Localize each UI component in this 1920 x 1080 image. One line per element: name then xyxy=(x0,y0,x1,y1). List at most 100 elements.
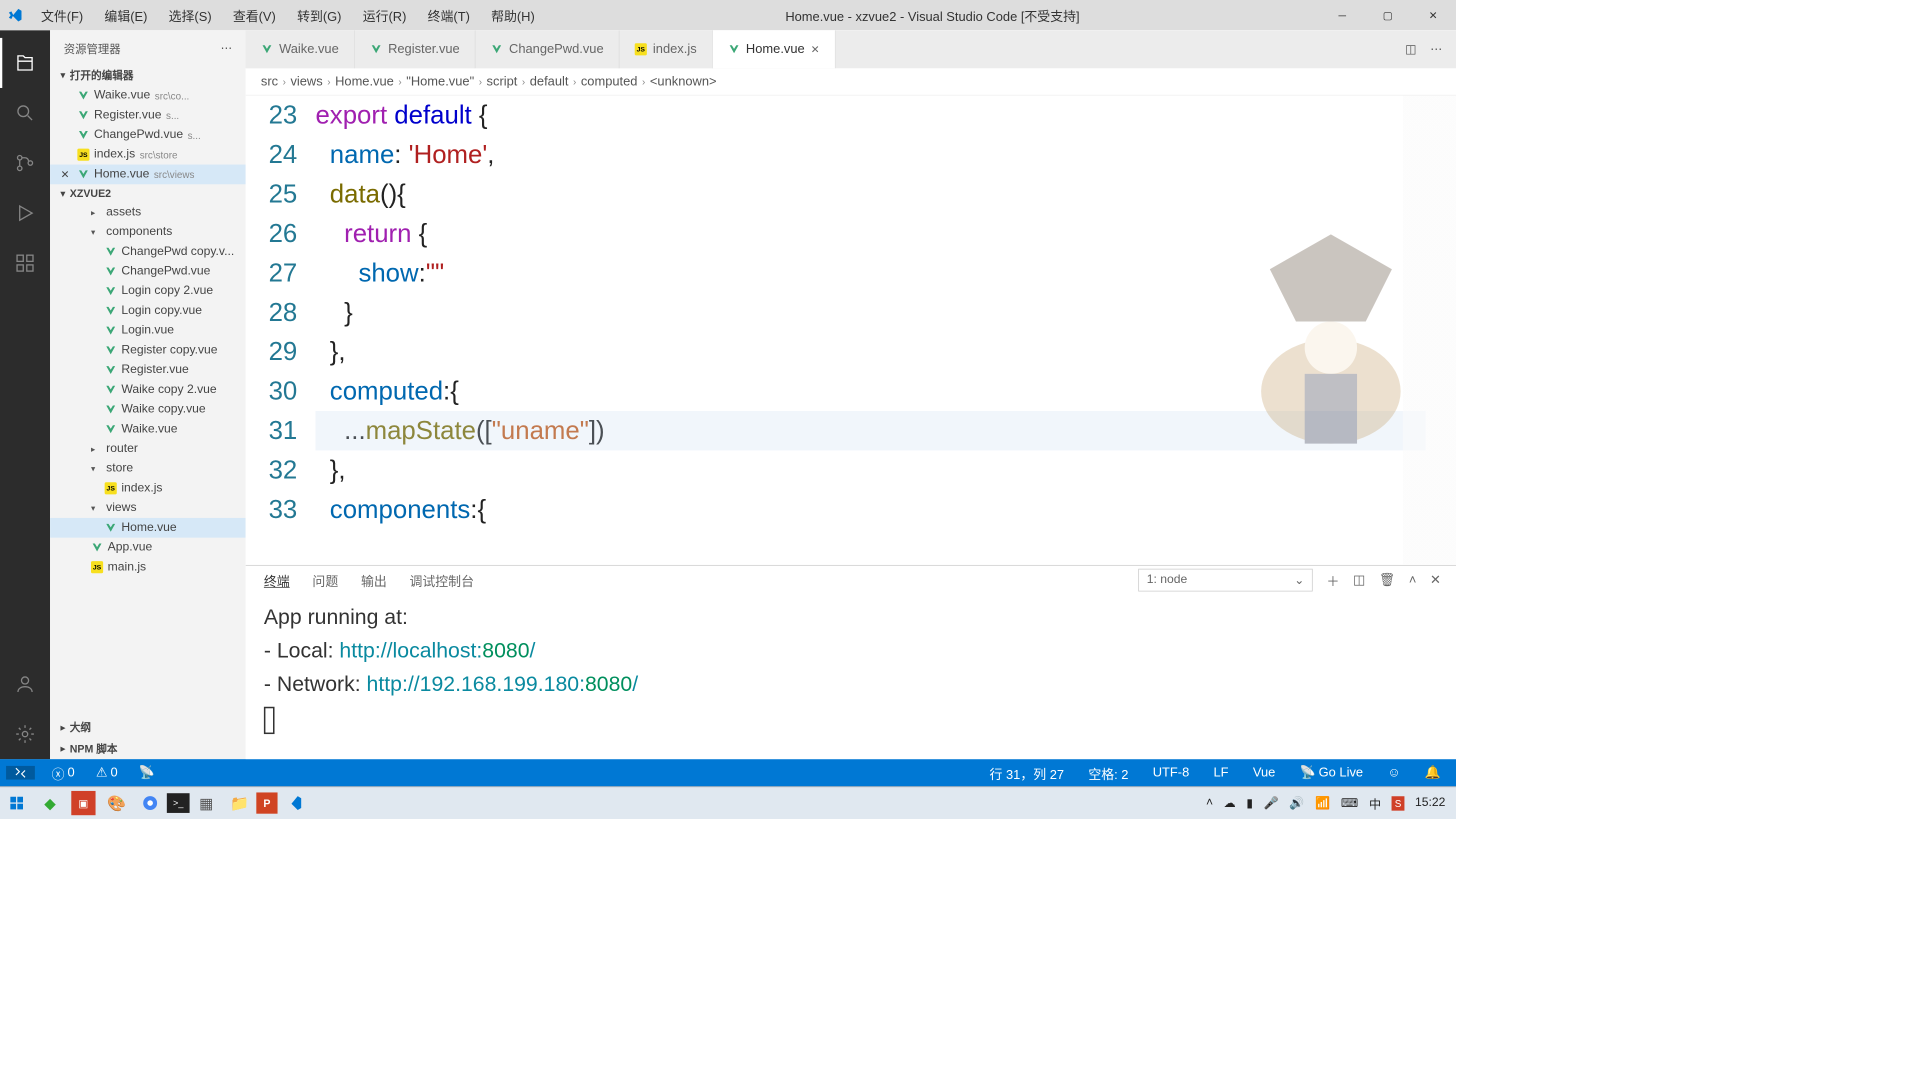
folder-item[interactable]: ▾store xyxy=(50,459,246,479)
extensions-icon[interactable] xyxy=(0,238,50,288)
new-terminal-icon[interactable]: ＋ xyxy=(1326,571,1339,590)
menu-item[interactable]: 转到(G) xyxy=(286,6,352,25)
go-live[interactable]: 📡 Go Live xyxy=(1295,765,1368,780)
breadcrumb-item[interactable]: script xyxy=(487,74,518,89)
code-line[interactable]: components:{ xyxy=(315,490,1456,529)
taskbar-vscode[interactable] xyxy=(278,787,311,820)
folder-item[interactable]: ▾components xyxy=(50,222,246,242)
warnings-count[interactable]: ⚠ 0 xyxy=(91,765,122,780)
breadcrumb-item[interactable]: default xyxy=(530,74,569,89)
account-icon[interactable] xyxy=(0,659,50,709)
split-editor-icon[interactable]: ◫ xyxy=(1405,42,1416,57)
file-item[interactable]: Home.vue xyxy=(50,518,246,538)
editor-tab[interactable]: Waike.vue xyxy=(246,30,355,68)
breadcrumb-item[interactable]: <unknown> xyxy=(650,74,717,89)
file-item[interactable]: Waike copy.vue xyxy=(50,400,246,420)
file-item[interactable]: Waike copy 2.vue xyxy=(50,380,246,400)
kill-terminal-icon[interactable]: 🗑 xyxy=(1379,573,1395,588)
terminal-output[interactable]: App running at: - Local: http://localhos… xyxy=(246,595,1456,760)
file-item[interactable]: App.vue xyxy=(50,538,246,558)
broadcast-icon[interactable]: 📡 xyxy=(134,765,159,780)
open-editor-item[interactable]: ChangePwd.vues... xyxy=(50,125,246,145)
remote-indicator[interactable] xyxy=(6,766,35,780)
open-editor-item[interactable]: JSindex.jssrc\store xyxy=(50,145,246,165)
breadcrumb-item[interactable]: views xyxy=(290,74,322,89)
tray-icon[interactable]: ☁ xyxy=(1224,795,1236,810)
breadcrumb-item[interactable]: Home.vue xyxy=(335,74,394,89)
file-item[interactable]: ChangePwd.vue xyxy=(50,262,246,282)
editor-tab[interactable]: ChangePwd.vue xyxy=(476,30,620,68)
file-item[interactable]: Register copy.vue xyxy=(50,340,246,360)
close-icon[interactable]: ✕ xyxy=(811,43,820,56)
terminal-selector[interactable]: 1: node⌄ xyxy=(1138,569,1312,592)
tray-keyboard-icon[interactable]: ⌨ xyxy=(1341,795,1359,810)
editor-tab[interactable]: Register.vue xyxy=(355,30,476,68)
search-icon[interactable] xyxy=(0,88,50,138)
folder-item[interactable]: ▸assets xyxy=(50,202,246,222)
file-item[interactable]: JSindex.js xyxy=(50,479,246,499)
editor-tab[interactable]: Home.vue✕ xyxy=(713,30,836,68)
tray-icon[interactable]: 🔊 xyxy=(1289,795,1304,810)
panel-tab[interactable]: 终端 xyxy=(264,571,290,590)
errors-count[interactable]: ⓧ 0 xyxy=(47,763,79,782)
close-icon[interactable]: ✕ xyxy=(61,168,70,181)
feedback-icon[interactable]: ☺ xyxy=(1383,765,1405,780)
breadcrumb-item[interactable]: computed xyxy=(581,74,638,89)
code-editor[interactable]: 2324252627282930313233 export default { … xyxy=(246,96,1456,565)
taskbar-terminal[interactable]: >_ xyxy=(167,793,190,813)
split-terminal-icon[interactable]: ◫ xyxy=(1353,573,1365,588)
breadcrumb-item[interactable]: "Home.vue" xyxy=(406,74,474,89)
open-editor-item[interactable]: Waike.vuesrc\co... xyxy=(50,86,246,106)
project-section[interactable]: ▾XZVUE2 xyxy=(50,184,246,202)
menu-item[interactable]: 帮助(H) xyxy=(480,6,545,25)
open-editor-item[interactable]: Register.vues... xyxy=(50,105,246,125)
taskbar-app[interactable]: ◆ xyxy=(33,787,66,820)
file-item[interactable]: Login copy.vue xyxy=(50,301,246,321)
taskbar-app[interactable]: 🎨 xyxy=(100,787,133,820)
indentation[interactable]: 空格: 2 xyxy=(1084,763,1133,782)
minimize-button[interactable]: ─ xyxy=(1320,0,1366,30)
cursor-position[interactable]: 行 31，列 27 xyxy=(985,763,1069,782)
file-item[interactable]: JSmain.js xyxy=(50,557,246,577)
panel-tab[interactable]: 问题 xyxy=(312,571,338,590)
tray-wifi-icon[interactable]: 📶 xyxy=(1315,795,1330,810)
file-item[interactable]: Waike.vue xyxy=(50,419,246,439)
tray-icon[interactable]: ▮ xyxy=(1246,795,1253,810)
file-item[interactable]: ChangePwd copy.v... xyxy=(50,242,246,262)
tray-input[interactable]: S xyxy=(1392,796,1405,810)
outline-section[interactable]: ▸大纲 xyxy=(50,717,246,738)
close-panel-icon[interactable]: ✕ xyxy=(1430,573,1441,588)
language-mode[interactable]: Vue xyxy=(1248,765,1280,780)
more-icon[interactable]: ⋯ xyxy=(1430,42,1442,57)
breadcrumbs[interactable]: src›views›Home.vue›"Home.vue"›script›def… xyxy=(246,68,1456,95)
panel-tab[interactable]: 输出 xyxy=(361,571,387,590)
explorer-icon[interactable] xyxy=(0,38,50,88)
folder-item[interactable]: ▸router xyxy=(50,439,246,459)
encoding[interactable]: UTF-8 xyxy=(1148,765,1194,780)
file-item[interactable]: Login.vue xyxy=(50,321,246,341)
tray-icon[interactable]: 🎤 xyxy=(1264,795,1279,810)
more-icon[interactable]: ⋯ xyxy=(221,41,232,57)
code-line[interactable]: data(){ xyxy=(315,174,1456,213)
eol[interactable]: LF xyxy=(1209,765,1233,780)
taskbar-powerpoint[interactable]: P xyxy=(256,792,277,813)
menu-item[interactable]: 选择(S) xyxy=(158,6,222,25)
editor-tab[interactable]: JSindex.js xyxy=(620,30,713,68)
maximize-panel-icon[interactable]: ˄ xyxy=(1409,573,1417,588)
source-control-icon[interactable] xyxy=(0,138,50,188)
code-line[interactable]: name: 'Home', xyxy=(315,135,1456,174)
taskbar-chrome[interactable] xyxy=(133,787,166,820)
menu-item[interactable]: 查看(V) xyxy=(222,6,286,25)
panel-tab[interactable]: 调试控制台 xyxy=(410,571,474,590)
tray-chevron[interactable]: ˄ xyxy=(1206,796,1213,810)
maximize-button[interactable]: ▢ xyxy=(1365,0,1411,30)
menu-item[interactable]: 终端(T) xyxy=(417,6,480,25)
menu-item[interactable]: 运行(R) xyxy=(352,6,417,25)
open-editors-section[interactable]: ▾打开的编辑器 xyxy=(50,64,246,85)
breadcrumb-item[interactable]: src xyxy=(261,74,278,89)
file-item[interactable]: Register.vue xyxy=(50,360,246,380)
run-debug-icon[interactable] xyxy=(0,188,50,238)
tray-ime[interactable]: 中 xyxy=(1369,794,1381,812)
menu-item[interactable]: 文件(F) xyxy=(30,6,93,25)
notifications-icon[interactable]: 🔔 xyxy=(1420,765,1445,780)
